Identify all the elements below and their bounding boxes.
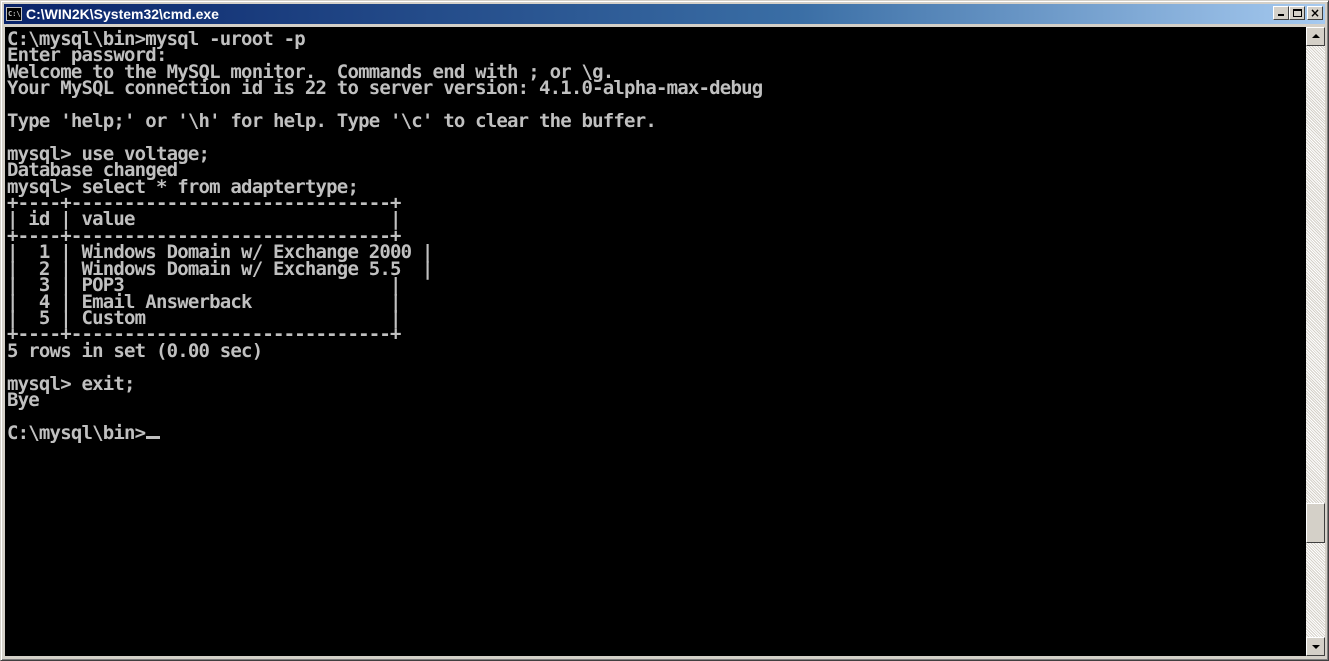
scroll-thumb[interactable] [1306,503,1325,543]
maximize-button[interactable] [1289,6,1305,20]
arrow-up-icon [1312,34,1320,38]
console-output[interactable]: C:\mysql\bin>mysql -uroot -p Enter passw… [5,27,1306,656]
window-title: C:\WIN2K\System32\cmd.exe [26,6,219,22]
window-controls: × [1273,6,1323,20]
minimize-icon [1278,14,1284,16]
title-bar[interactable]: C:\ C:\WIN2K\System32\cmd.exe × [4,4,1325,24]
text-cursor [146,435,161,439]
scroll-up-button[interactable] [1306,27,1325,46]
minimize-button[interactable] [1273,6,1289,20]
maximize-icon [1293,9,1302,17]
arrow-down-icon [1312,645,1320,649]
cmd-window: C:\ C:\WIN2K\System32\cmd.exe × C:\mysql… [0,0,1329,661]
console-app-icon[interactable]: C:\ [6,7,22,21]
close-icon: × [1309,6,1321,20]
scroll-down-button[interactable] [1306,637,1325,656]
vertical-scrollbar[interactable] [1306,27,1325,656]
console-text: C:\mysql\bin>mysql -uroot -p Enter passw… [7,28,763,444]
close-button[interactable]: × [1307,6,1323,20]
